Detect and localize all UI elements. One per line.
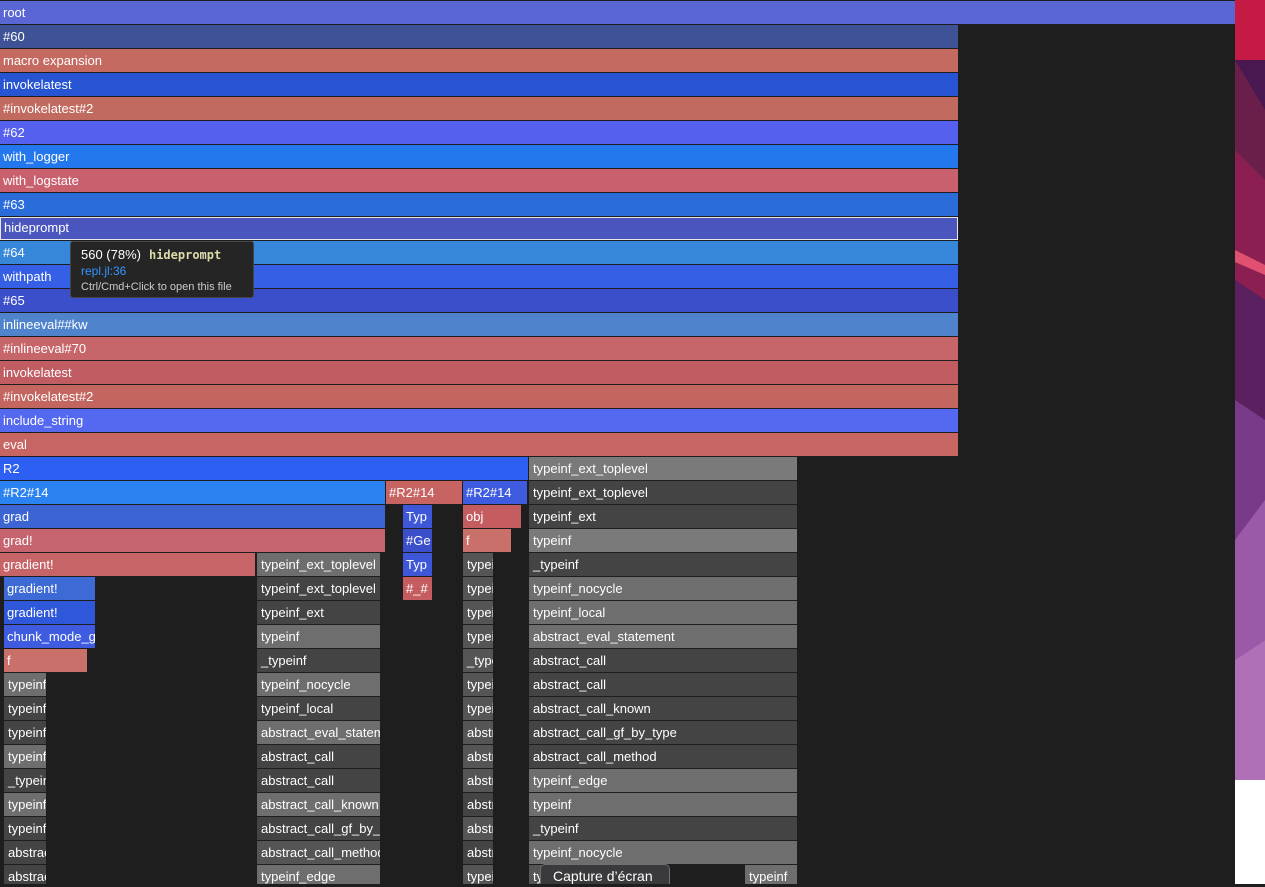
flame-frame[interactable]: abstract_call <box>463 769 493 792</box>
flame-frame[interactable]: #invokelatest#2 <box>0 385 958 408</box>
flame-frame[interactable]: #invokelatest#2 <box>0 97 958 120</box>
flame-frame[interactable]: f <box>4 649 87 672</box>
flame-frame[interactable]: typeinf <box>4 697 46 720</box>
flame-frame[interactable]: abstract_call_gf_by_type <box>257 817 380 840</box>
flame-frame[interactable]: typeinf_ext_toplevel <box>257 553 380 576</box>
flame-frame[interactable]: typeinf <box>463 553 493 576</box>
flame-frame[interactable]: #Ge <box>403 529 432 552</box>
flame-frame[interactable]: #_# <box>403 577 432 600</box>
flame-frame[interactable]: gradient! <box>4 577 95 600</box>
flame-frame[interactable]: typeinf <box>4 817 46 840</box>
flame-frame[interactable]: Typ <box>403 505 432 528</box>
flame-frame[interactable]: typeinf_local <box>257 697 380 720</box>
flame-frame[interactable]: typeinf_nocycle <box>529 841 797 864</box>
flame-frame[interactable]: f <box>463 529 511 552</box>
flame-frame[interactable]: grad! <box>0 529 385 552</box>
flame-frame[interactable]: typeinf <box>529 529 797 552</box>
desktop-wallpaper <box>1235 0 1265 780</box>
flame-frame[interactable]: abstract_call <box>463 745 493 768</box>
flame-frame[interactable]: #R2#14 <box>386 481 462 504</box>
flame-frame[interactable]: typeinf_ext_toplevel <box>257 577 380 600</box>
screenshot-capture-button[interactable]: Capture d’écran <box>540 864 670 884</box>
flame-frame[interactable]: _typeinf <box>529 817 797 840</box>
flame-frame[interactable]: with_logstate <box>0 169 958 192</box>
flame-frame[interactable]: typeinf_edge <box>529 769 797 792</box>
flame-frame[interactable]: typeinf_nocycle <box>257 673 380 696</box>
flame-frame[interactable]: chunk_mode_gradient! <box>4 625 95 648</box>
flame-frame[interactable]: typeinf <box>463 865 493 884</box>
flame-frame[interactable]: R2 <box>0 457 528 480</box>
flame-frame[interactable]: #R2#14 <box>463 481 527 504</box>
flame-frame[interactable]: root <box>0 1 1235 24</box>
flame-frame[interactable]: abstract_call_known <box>257 793 380 816</box>
frame-tooltip: 560 (78%) hideprompt repl.jl:36 Ctrl/Cmd+… <box>70 241 254 298</box>
wallpaper-graphic <box>1235 0 1265 780</box>
flame-frame[interactable]: typeinf <box>463 577 493 600</box>
flame-frame[interactable]: typeinf_edge <box>257 865 380 884</box>
flame-frame[interactable]: typeinf_local <box>529 601 797 624</box>
flame-frame[interactable]: typeinf <box>463 601 493 624</box>
flame-frame[interactable]: eval <box>0 433 958 456</box>
flame-frame[interactable]: _typeinf <box>463 649 493 672</box>
flame-frame[interactable]: grad <box>0 505 385 528</box>
flame-frame[interactable]: abstract_eval_statement <box>529 625 797 648</box>
flame-frame[interactable]: invokelatest <box>0 73 958 96</box>
flame-frame[interactable]: abstract_call <box>257 745 380 768</box>
flame-frame[interactable]: abstract_call_method <box>257 841 380 864</box>
flame-frame[interactable]: typeinf_nocycle <box>463 673 493 696</box>
tooltip-count: 560 (78%) <box>81 247 141 262</box>
flame-frame[interactable]: abstract_call <box>529 649 797 672</box>
flame-frame[interactable]: abstract_call_gf_by_type <box>529 721 797 744</box>
flame-frame[interactable]: gradient! <box>0 553 255 576</box>
flame-frame[interactable]: abstract_call_known <box>529 697 797 720</box>
tooltip-file-link[interactable]: repl.jl:36 <box>81 264 243 278</box>
tooltip-function: hideprompt <box>148 248 222 262</box>
flame-frame[interactable]: typeinf_ext <box>529 505 797 528</box>
flame-frame[interactable]: typeinf_ext_toplevel <box>529 457 797 480</box>
flame-frame[interactable]: gradient! <box>4 601 95 624</box>
flame-frame[interactable]: #60 <box>0 25 958 48</box>
flame-frame[interactable]: abstract_call_method <box>529 745 797 768</box>
flame-frame[interactable]: abstract_call <box>4 865 46 884</box>
flame-frame[interactable]: abstract_call <box>529 673 797 696</box>
desktop-background <box>1235 780 1265 884</box>
flame-frame[interactable]: obj <box>463 505 521 528</box>
flame-frame[interactable]: include_string <box>0 409 958 432</box>
flame-frame[interactable]: typeinf <box>4 721 46 744</box>
flame-frame[interactable]: _typeinf <box>4 769 46 792</box>
flame-frame[interactable]: typeinf <box>4 745 46 768</box>
flame-frame[interactable]: typeinf <box>463 625 493 648</box>
flame-frame[interactable]: typeinf <box>529 793 797 816</box>
flame-frame[interactable]: hideprompt <box>0 217 958 240</box>
flame-frame[interactable]: abstract_call <box>463 793 493 816</box>
flame-frame[interactable]: typeinf_nocycle <box>529 577 797 600</box>
flame-frame[interactable]: typeinf <box>4 673 46 696</box>
flame-frame[interactable]: abstract_eval_statement <box>257 721 380 744</box>
flame-frame[interactable]: macro expansion <box>0 49 958 72</box>
flame-frame[interactable]: abstract_call <box>463 817 493 840</box>
flame-frame[interactable]: invokelatest <box>0 361 958 384</box>
flame-frame[interactable]: typeinf <box>745 865 797 884</box>
flame-frame[interactable]: #R2#14 <box>0 481 385 504</box>
flame-frame[interactable]: Typ <box>403 553 432 576</box>
flame-frame[interactable]: abstract_call <box>257 769 380 792</box>
flame-frame[interactable]: #inlineeval#70 <box>0 337 958 360</box>
flame-frame[interactable]: abstract_call <box>463 841 493 864</box>
tooltip-hint: Ctrl/Cmd+Click to open this file <box>81 281 232 293</box>
flame-frame[interactable]: abstract_eval_statement <box>463 721 493 744</box>
flame-frame[interactable]: _typeinf <box>529 553 797 576</box>
flame-graph: root #60 macro expansion invokelatest #invok… <box>0 0 1235 884</box>
flame-frame[interactable]: typeinf <box>4 793 46 816</box>
flame-frame[interactable]: _typeinf <box>257 649 380 672</box>
flame-frame[interactable]: typeinf_local <box>463 697 493 720</box>
flame-frame[interactable]: #62 <box>0 121 958 144</box>
flame-frame[interactable]: #63 <box>0 193 958 216</box>
flame-frame[interactable]: typeinf_ext <box>257 601 380 624</box>
tooltip-summary: 560 (78%) hideprompt <box>81 246 243 264</box>
flame-frame[interactable]: typeinf <box>257 625 380 648</box>
flame-frame[interactable]: inlineeval##kw <box>0 313 958 336</box>
flame-frame[interactable]: abstract_call <box>4 841 46 864</box>
flame-frame[interactable]: typeinf_ext_toplevel <box>529 481 797 504</box>
flame-frame[interactable]: with_logger <box>0 145 958 168</box>
